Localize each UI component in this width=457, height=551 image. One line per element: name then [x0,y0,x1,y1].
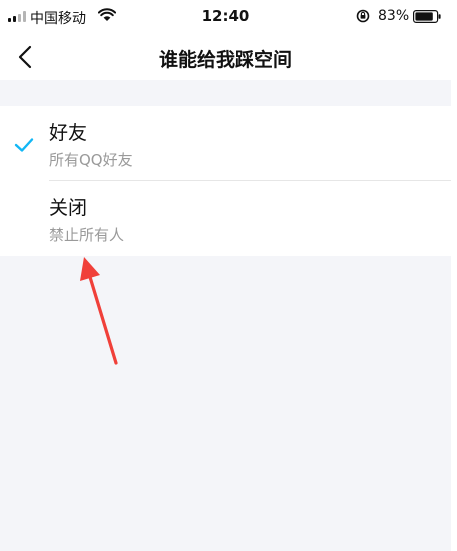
screen: 中国移动 12:40 83% 谁能给我踩空间 好友 所有QQ好友 关闭 禁止所有… [0,0,451,551]
red-arrow-annotation [80,257,118,365]
battery-icon [413,10,441,23]
options-list: 好友 所有QQ好友 关闭 禁止所有人 [0,106,451,256]
right-edge [451,0,457,551]
page-title: 谁能给我踩空间 [158,49,292,71]
rotation-lock-icon [356,9,370,23]
check-icon [14,138,34,152]
option-description: 禁止所有人 [49,226,125,244]
battery-percent: 83% [378,8,410,24]
option-closed[interactable]: 关闭 禁止所有人 [0,181,451,255]
option-label: 关闭 [49,197,88,219]
option-description: 所有QQ好友 [49,151,133,169]
option-friends[interactable]: 好友 所有QQ好友 [0,106,451,181]
nav-bar: 谁能给我踩空间 [0,34,451,80]
option-label: 好友 [49,122,88,144]
status-bar: 中国移动 12:40 83% [0,0,451,34]
